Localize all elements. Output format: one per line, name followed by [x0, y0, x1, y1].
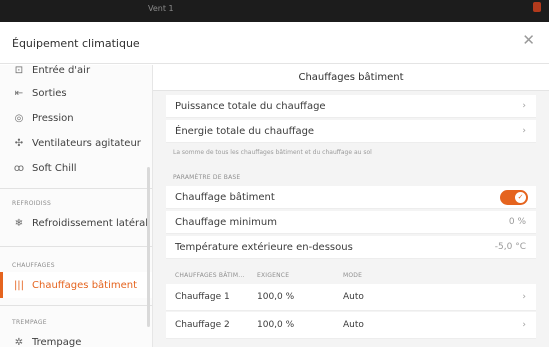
- sidebar-item-label: Chauffages bâtiment: [32, 279, 138, 291]
- sidebar-item-soaking[interactable]: ✲ Trempage: [0, 329, 152, 347]
- chevron-right-icon: ›: [522, 320, 526, 330]
- table-row[interactable]: Chauffage 2 100,0 % Auto ›: [166, 312, 536, 339]
- section-heating: CHAUFFAGES: [12, 262, 55, 269]
- row-label: Puissance totale du chauffage: [175, 100, 326, 112]
- check-icon: ✓: [515, 192, 526, 203]
- total-energy-row[interactable]: Énergie totale du chauffage ›: [166, 120, 536, 143]
- snowflake-icon: ❄: [14, 217, 24, 229]
- outside-temp-value: -5,0 °C: [494, 242, 526, 252]
- sidebar-item-pressure[interactable]: ◎ Pression: [0, 105, 152, 131]
- sidebar-item-label: Pression: [32, 112, 74, 124]
- sidebar-item-label: Entrée d'air: [32, 65, 91, 76]
- air-inlet-icon: ⊡: [14, 65, 24, 76]
- sidebar-item-label: Sorties: [32, 87, 67, 99]
- outlet-icon: ⇤: [14, 87, 24, 99]
- sidebar-item-label: Trempage: [32, 336, 82, 347]
- total-power-row[interactable]: Puissance totale du chauffage ›: [166, 95, 536, 118]
- building-heating-row: Chauffage bâtiment ✓: [166, 186, 536, 209]
- soft-chill-icon: ꝏ: [13, 162, 25, 174]
- sidebar-divider: [0, 305, 152, 306]
- topbar-label: Vent 1: [148, 4, 174, 13]
- close-icon[interactable]: ✕: [522, 33, 535, 48]
- heater-mode: Auto: [343, 292, 364, 302]
- column-header-requirement: EXIGENCE: [257, 272, 290, 279]
- sidebar-item-stir-fans[interactable]: ✣ Ventilateurs agitateur: [0, 130, 152, 156]
- dialog-title: Équipement climatique: [12, 37, 140, 50]
- dialog-header: Équipement climatique ✕: [0, 22, 549, 64]
- heater-name: Chauffage 2: [175, 320, 230, 330]
- sidebar-item-building-heating[interactable]: ||| Chauffages bâtiment: [0, 272, 152, 298]
- sidebar-item-label: Ventilateurs agitateur: [32, 137, 141, 149]
- fan-icon: ✣: [14, 137, 24, 149]
- alert-indicator[interactable]: [533, 2, 541, 12]
- heater-requirement: 100,0 %: [257, 320, 295, 330]
- gauge-icon: ◎: [14, 112, 24, 124]
- helper-note: La somme de tous les chauffages bâtiment…: [173, 149, 372, 156]
- chevron-right-icon: ›: [522, 292, 526, 302]
- min-heating-value: 0 %: [508, 217, 526, 227]
- chevron-right-icon: ›: [522, 126, 526, 136]
- sidebar-item-outlets[interactable]: ⇤ Sorties: [0, 80, 152, 106]
- app-topbar: Vent 1: [0, 0, 549, 22]
- section-soaking: TREMPAGE: [12, 319, 47, 326]
- building-heating-toggle[interactable]: ✓: [500, 190, 528, 205]
- main-panel: Chauffages bâtiment Puissance totale du …: [153, 65, 549, 347]
- table-row[interactable]: Chauffage 1 100,0 % Auto ›: [166, 284, 536, 311]
- sidebar-item-label: Soft Chill: [32, 162, 77, 174]
- sidebar-item-label: Refroidissement latéral: [32, 217, 148, 229]
- min-heating-row[interactable]: Chauffage minimum 0 %: [166, 211, 536, 234]
- heater-mode: Auto: [343, 320, 364, 330]
- heater-icon: |||: [13, 279, 25, 291]
- section-base-params: PARAMÈTRE DE BASE: [173, 174, 241, 181]
- row-label: Chauffage bâtiment: [175, 191, 275, 203]
- sidebar-item-side-cooling[interactable]: ❄ Refroidissement latéral: [0, 210, 152, 236]
- heater-requirement: 100,0 %: [257, 292, 295, 302]
- sidebar: ⊡ Entrée d'air ⇤ Sorties ◎ Pression ✣ Ve…: [0, 65, 153, 347]
- column-header-heaters: CHAUFFAGES BÂTIM...: [175, 272, 245, 279]
- chevron-right-icon: ›: [522, 101, 526, 111]
- sidebar-item-soft-chill[interactable]: ꝏ Soft Chill: [0, 155, 152, 181]
- equipment-dialog: Équipement climatique ✕ ⊡ Entrée d'air ⇤…: [0, 22, 549, 347]
- heater-name: Chauffage 1: [175, 292, 230, 302]
- row-label: Température extérieure en-dessous: [175, 241, 353, 253]
- sidebar-divider: [0, 246, 152, 247]
- outside-temp-row[interactable]: Température extérieure en-dessous -5,0 °…: [166, 236, 536, 259]
- column-header-mode: MODE: [343, 272, 363, 279]
- row-label: Chauffage minimum: [175, 216, 277, 228]
- soaking-icon: ✲: [14, 336, 24, 347]
- sidebar-scrollbar[interactable]: [147, 167, 150, 327]
- section-cooling: REFROIDISS: [12, 200, 52, 207]
- page-title: Chauffages bâtiment: [153, 65, 549, 91]
- sidebar-divider: [0, 188, 152, 189]
- row-label: Énergie totale du chauffage: [175, 125, 315, 137]
